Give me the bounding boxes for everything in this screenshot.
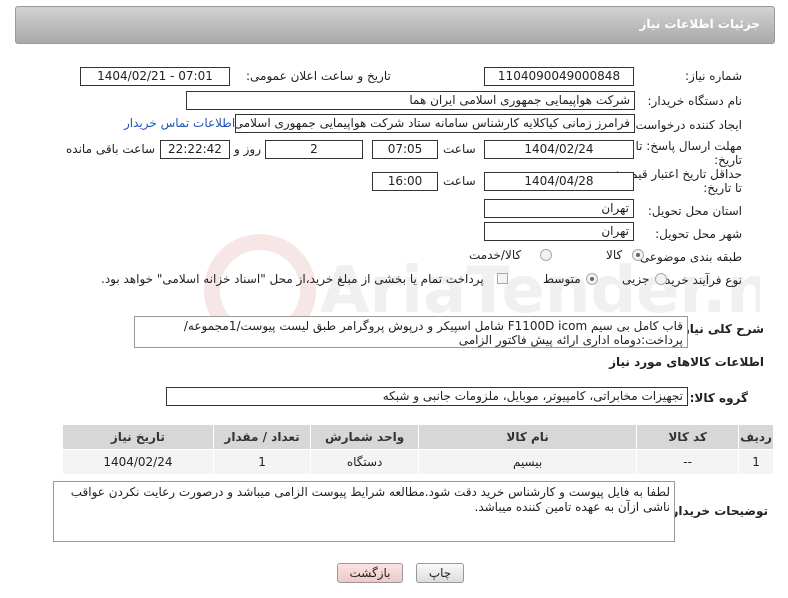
process-option-minor: جزیی <box>622 272 650 286</box>
need-number-field: 1104090049000848 <box>484 67 634 86</box>
table-row: 1 -- بیسیم دستگاه 1 1404/02/24 <box>62 449 774 475</box>
category-option-goods-service: کالا/خدمت <box>469 248 522 262</box>
price-date-field: 1404/04/28 <box>484 172 634 191</box>
deadline-date-field: 1404/02/24 <box>484 140 634 159</box>
creator-label: ایجاد کننده درخواست: <box>631 118 742 132</box>
treasury-payment-checkbox[interactable] <box>497 273 508 284</box>
buyer-notes-text: لطفا به فایل پیوست و کارشناس خرید دقت شو… <box>70 485 670 514</box>
goods-section-title: اطلاعات کالاهای مورد نیاز <box>609 355 764 369</box>
description-line-2: پرداخت:دوماه اداری ارائه پیش فاکتور الزا… <box>458 333 683 347</box>
description-line-1: قاب کامل بی سیم F1100D icom شامل اسپیکر … <box>183 319 683 333</box>
deadline-time-field: 07:05 <box>372 140 438 159</box>
cell-qty: 1 <box>212 449 312 475</box>
process-radio-medium[interactable] <box>586 273 598 285</box>
category-label: طبقه بندی موضوعی: <box>635 250 742 264</box>
buyer-org-label: نام دستگاه خریدار: <box>647 94 743 108</box>
header-panel: جزئیات اطلاعات نیاز <box>15 6 775 44</box>
cell-name: بیسیم <box>417 449 638 475</box>
cell-row: 1 <box>738 449 774 475</box>
col-date: تاریخ نیاز <box>62 424 214 450</box>
buyer-org-field: شرکت هواپیمایی جمهوری اسلامی ایران هما <box>186 91 635 110</box>
page-title: جزئیات اطلاعات نیاز <box>639 17 760 31</box>
city-field: تهران <box>484 222 634 241</box>
process-option-medium: متوسط <box>543 272 581 286</box>
col-row: ردیف <box>738 424 774 450</box>
deadline-label-date: تاریخ: <box>714 153 742 167</box>
days-field: 2 <box>265 140 363 159</box>
deadline-time-word: ساعت <box>443 142 476 156</box>
cell-code: -- <box>636 449 740 475</box>
city-label: شهر محل تحویل: <box>655 227 742 241</box>
need-number-label: شماره نیاز: <box>685 69 742 83</box>
days-word: روز و <box>234 142 261 156</box>
goods-table: ردیف کد کالا نام کالا واحد شمارش تعداد /… <box>62 424 774 475</box>
buyer-notes-label: توضیحات خریدار: <box>666 504 768 518</box>
price-time-field: 16:00 <box>372 172 438 191</box>
description-label: شرح کلی نیاز: <box>678 322 764 336</box>
process-radio-minor[interactable] <box>655 273 667 285</box>
treasury-payment-note: پرداخت تمام یا بخشی از مبلغ خرید،از محل … <box>101 272 484 286</box>
price-validity-label-date: تا تاریخ: <box>703 181 742 195</box>
buyer-contact-link[interactable]: اطلاعات تماس خریدار <box>124 116 235 130</box>
announce-label: تاریخ و ساعت اعلان عمومی: <box>246 69 391 83</box>
remaining-time-field: 22:22:42 <box>160 140 230 159</box>
print-button[interactable]: چاپ <box>416 563 464 583</box>
back-button[interactable]: بازگشت <box>337 563 403 583</box>
cell-unit: دستگاه <box>310 449 419 475</box>
description-textarea[interactable]: قاب کامل بی سیم F1100D icom شامل اسپیکر … <box>134 316 688 348</box>
announce-field: 1404/02/21 - 07:01 <box>80 67 230 86</box>
goods-group-field: تجهیزات مخابراتی، کامپیوتر، موبایل، ملزو… <box>166 387 688 406</box>
process-label: نوع فرآیند خرید : <box>657 273 742 287</box>
deadline-label: مهلت ارسال پاسخ: تا <box>635 139 742 153</box>
category-radio-goods-service[interactable] <box>540 249 552 261</box>
price-validity-label: حداقل تاریخ اعتبار قیمت: <box>615 167 742 181</box>
cell-date: 1404/02/24 <box>62 449 214 475</box>
col-qty: تعداد / مقدار <box>212 424 312 450</box>
creator-field: فرامرز زمانی کیاکلایه کارشناس سامانه ستا… <box>235 114 635 133</box>
col-unit: واحد شمارش <box>310 424 419 450</box>
goods-group-label: گروه کالا: <box>689 391 748 405</box>
province-label: استان محل تحویل: <box>647 204 742 218</box>
category-radio-goods[interactable] <box>632 249 644 261</box>
price-time-word: ساعت <box>443 174 476 188</box>
remaining-word: ساعت باقی مانده <box>66 142 156 156</box>
buyer-notes-textarea[interactable]: لطفا به فایل پیوست و کارشناس خرید دقت شو… <box>53 481 675 542</box>
province-field: تهران <box>484 199 634 218</box>
category-option-goods: کالا <box>606 248 623 262</box>
col-name: نام کالا <box>417 424 638 450</box>
col-code: کد کالا <box>636 424 740 450</box>
goods-table-header: ردیف کد کالا نام کالا واحد شمارش تعداد /… <box>62 424 774 450</box>
